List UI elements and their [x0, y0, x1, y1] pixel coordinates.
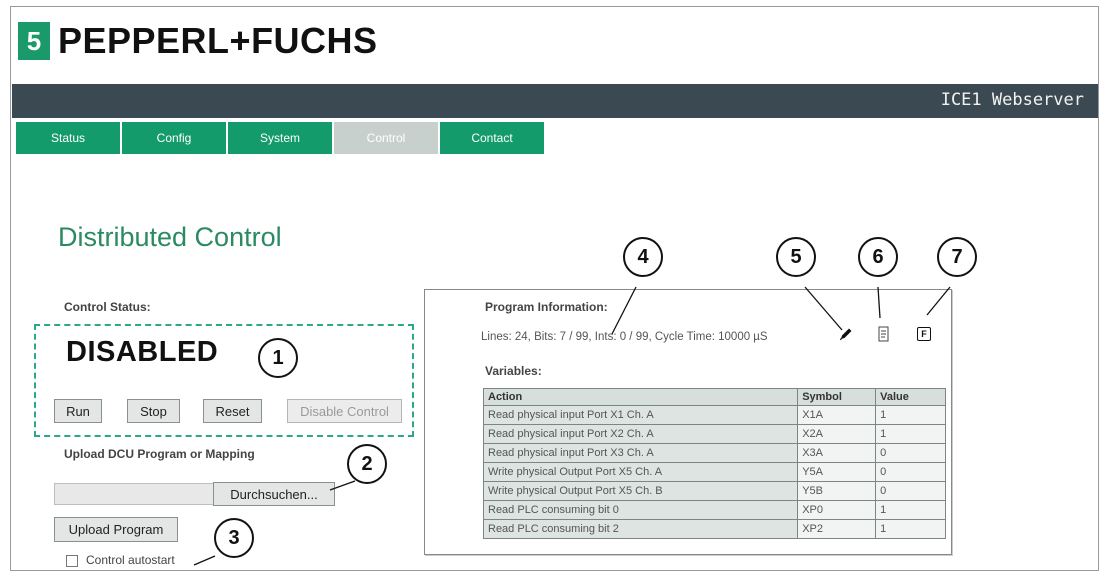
cell-symbol: X2A: [797, 424, 877, 444]
callout-7: 7: [937, 237, 977, 277]
program-info-title: Program Information:: [485, 300, 608, 314]
cell-symbol: Y5B: [797, 481, 877, 501]
table-row: Write physical Output Port X5 Ch. B Y5B …: [482, 481, 946, 501]
run-button[interactable]: Run: [54, 399, 102, 423]
brand-name: PEPPERL+FUCHS: [58, 20, 378, 61]
program-info-text: Lines: 24, Bits: 7 / 99, Ints: 0 / 99, C…: [481, 331, 768, 343]
brand-logo-mark: 5: [18, 22, 50, 60]
header-bar: ICE1 Webserver: [12, 84, 1098, 118]
cell-symbol: X1A: [797, 405, 877, 425]
program-info-panel: Program Information: Lines: 24, Bits: 7 …: [424, 289, 952, 555]
disable-control-button[interactable]: Disable Control: [287, 399, 402, 423]
callout-1: 1: [258, 338, 298, 378]
tab-status[interactable]: Status: [16, 122, 120, 154]
cell-value: 0: [875, 443, 946, 463]
stop-button[interactable]: Stop: [127, 399, 180, 423]
cell-value: 1: [875, 500, 946, 520]
reset-button[interactable]: Reset: [203, 399, 262, 423]
table-header-row: Action Symbol Value: [482, 388, 946, 406]
cell-action: Read physical input Port X1 Ch. A: [482, 405, 799, 425]
table-row: Read PLC consuming bit 0 XP0 1: [482, 500, 946, 520]
cell-value: 0: [875, 481, 946, 501]
cell-action: Write physical Output Port X5 Ch. A: [482, 462, 799, 482]
callout-2: 2: [347, 444, 387, 484]
callout-6: 6: [858, 237, 898, 277]
tab-config[interactable]: Config: [122, 122, 226, 154]
pencil-icon[interactable]: [837, 325, 855, 343]
cell-action: Read PLC consuming bit 2: [482, 519, 799, 539]
main-nav-tabs: Status Config System Control Contact: [16, 122, 546, 154]
upload-program-button[interactable]: Upload Program: [54, 517, 178, 542]
table-row: Read PLC consuming bit 2 XP2 1: [482, 519, 946, 539]
callout-4: 4: [623, 237, 663, 277]
cell-action: Read physical input Port X3 Ch. A: [482, 443, 799, 463]
cell-value: 1: [875, 405, 946, 425]
cell-action: Read PLC consuming bit 0: [482, 500, 799, 520]
cell-action: Write physical Output Port X5 Ch. B: [482, 481, 799, 501]
control-autostart-label: Control autostart: [86, 553, 175, 567]
app-title: ICE1 Webserver: [940, 90, 1084, 110]
column-header-action: Action: [482, 388, 799, 406]
cell-value: 1: [875, 519, 946, 539]
cell-symbol: Y5A: [797, 462, 877, 482]
variables-label: Variables:: [485, 364, 542, 378]
table-row: Read physical input Port X1 Ch. A X1A 1: [482, 405, 946, 425]
f-icon[interactable]: F: [917, 327, 931, 341]
callout-3: 3: [214, 518, 254, 558]
table-row: Read physical input Port X2 Ch. A X2A 1: [482, 424, 946, 444]
page-title: Distributed Control: [58, 222, 282, 252]
brand-logo: 5 PEPPERL+FUCHS: [18, 20, 378, 62]
column-header-value: Value: [875, 388, 946, 406]
callout-5: 5: [776, 237, 816, 277]
cell-symbol: XP2: [797, 519, 877, 539]
column-header-symbol: Symbol: [797, 388, 877, 406]
table-row: Read physical input Port X3 Ch. A X3A 0: [482, 443, 946, 463]
tab-control[interactable]: Control: [334, 122, 438, 154]
upload-label: Upload DCU Program or Mapping: [64, 447, 255, 461]
control-status-value: DISABLED: [66, 336, 219, 368]
document-icon[interactable]: [876, 325, 892, 343]
cell-symbol: XP0: [797, 500, 877, 520]
tab-contact[interactable]: Contact: [440, 122, 544, 154]
file-path-field[interactable]: [54, 483, 214, 505]
cell-value: 1: [875, 424, 946, 444]
table-row: Write physical Output Port X5 Ch. A Y5A …: [482, 462, 946, 482]
cell-symbol: X3A: [797, 443, 877, 463]
control-autostart-checkbox[interactable]: [66, 555, 78, 567]
cell-action: Read physical input Port X2 Ch. A: [482, 424, 799, 444]
browse-button[interactable]: Durchsuchen...: [213, 482, 335, 506]
cell-value: 0: [875, 462, 946, 482]
tab-system[interactable]: System: [228, 122, 332, 154]
variables-table: Action Symbol Value Read physical input …: [482, 388, 946, 539]
control-status-label: Control Status:: [64, 300, 151, 314]
